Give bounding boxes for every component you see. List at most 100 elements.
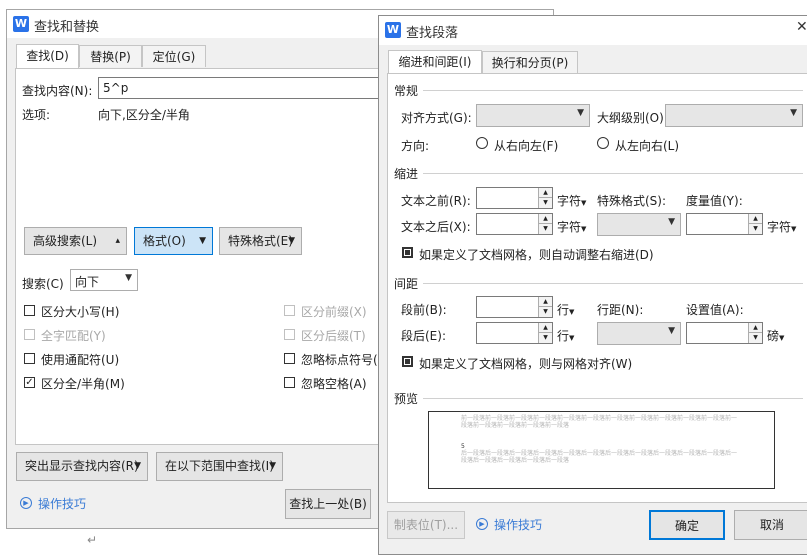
full-half-width-label: 区分全/半角(M) (41, 377, 125, 391)
ignore-punctuation-label: 忽略标点符号( (301, 353, 378, 367)
before-paragraph-label: 段前(B): (401, 303, 447, 317)
spin-up-icon[interactable]: ▲ (538, 323, 552, 333)
spin-down-icon[interactable]: ▼ (538, 224, 552, 234)
spin-down-icon[interactable]: ▼ (538, 307, 552, 317)
find-paragraph-dialog: W 查找段落 缩进和间距(I) 换行和分页(P) 常规 对齐方式(G): ▼ 大… (378, 15, 807, 555)
ignore-space-checkbox[interactable] (284, 377, 295, 388)
tab-stops-button[interactable]: 制表位(T)... (387, 511, 465, 539)
dropdown-arrow-icon: ▼ (288, 236, 295, 246)
spin-up-icon[interactable]: ▲ (538, 188, 552, 198)
set-value-spinner[interactable]: ▲ ▼ (686, 322, 763, 344)
measure-value-label: 度量值(Y): (686, 194, 743, 208)
options-value: 向下,区分全/半角 (98, 108, 190, 122)
match-prefix-checkbox[interactable] (284, 305, 295, 316)
match-suffix-checkbox[interactable] (284, 329, 295, 340)
close-icon[interactable]: ✕ (796, 19, 807, 35)
tips-icon[interactable]: ▶ (476, 518, 488, 530)
tips-link[interactable]: 操作技巧 (38, 495, 86, 512)
dropdown-arrow-icon: ▼ (668, 217, 675, 227)
full-half-width-checkbox[interactable]: ✓ (24, 377, 35, 388)
after-text-label: 文本之后(X): (401, 220, 471, 234)
spin-up-icon[interactable]: ▲ (748, 214, 762, 224)
spin-down-icon[interactable]: ▼ (538, 198, 552, 208)
highlight-results-button[interactable]: 突出显示查找内容(R) ▼ (16, 452, 148, 481)
alignment-select[interactable]: ▼ (476, 104, 590, 127)
line-spacing-label: 行距(N): (597, 303, 644, 317)
match-prefix-label: 区分前缀(X) (301, 305, 367, 319)
grid-align-label: 如果定义了文档网格，则与网格对齐(W) (419, 357, 633, 371)
general-section-title: 常规 (394, 84, 419, 98)
find-dialog-title: 查找和替换 (34, 20, 100, 35)
wps-logo-icon: W (13, 16, 29, 32)
auto-indent-checkbox[interactable] (402, 247, 413, 258)
find-in-range-button[interactable]: 在以下范围中查找(I) ▼ (156, 452, 283, 481)
spin-down-icon[interactable]: ▼ (748, 224, 762, 234)
spin-down-icon[interactable]: ▼ (538, 333, 552, 343)
options-label: 选项: (22, 108, 51, 122)
before-text-spinner[interactable]: ▲ ▼ (476, 187, 553, 209)
dropdown-arrow-icon: ▼ (199, 236, 206, 246)
dropdown-arrow-icon: ▼ (134, 461, 141, 471)
special-format-select[interactable]: ▼ (597, 213, 681, 236)
outline-level-select[interactable]: ▼ (665, 104, 803, 127)
after-paragraph-spinner[interactable]: ▲ ▼ (476, 322, 553, 344)
wildcards-checkbox[interactable] (24, 353, 35, 364)
measure-value-spinner[interactable]: ▲ ▼ (686, 213, 763, 235)
alignment-label: 对齐方式(G): (401, 111, 472, 125)
spin-up-icon[interactable]: ▲ (748, 323, 762, 333)
after-text-unit[interactable]: 字符▼ (557, 218, 586, 235)
ltr-radio[interactable] (597, 137, 609, 149)
tab-find[interactable]: 查找(D) (16, 44, 79, 68)
dropdown-arrow-icon: ▼ (668, 326, 675, 336)
measure-value-unit[interactable]: 字符▼ (767, 218, 796, 235)
spin-up-icon[interactable]: ▲ (538, 214, 552, 224)
before-text-unit[interactable]: 字符▼ (557, 192, 586, 209)
after-paragraph-unit[interactable]: 行▼ (557, 327, 574, 344)
match-case-checkbox[interactable] (24, 305, 35, 316)
after-paragraph-label: 段后(E): (401, 329, 446, 343)
ignore-punctuation-checkbox[interactable] (284, 353, 295, 364)
ignore-space-label: 忽略空格(A) (301, 377, 367, 391)
line-spacing-select[interactable]: ▼ (597, 322, 681, 345)
special-format-button[interactable]: 特殊格式(E) ▼ (219, 227, 302, 255)
before-paragraph-spinner[interactable]: ▲ ▼ (476, 296, 553, 318)
set-value-unit[interactable]: 磅▼ (767, 327, 784, 344)
wps-logo-icon: W (385, 22, 401, 38)
tab-replace[interactable]: 替换(P) (79, 45, 142, 67)
preview-sample-text: 5 (461, 443, 465, 450)
spin-down-icon[interactable]: ▼ (748, 333, 762, 343)
tab-indent-spacing[interactable]: 缩进和间距(I) (388, 50, 482, 74)
whole-word-label: 全字匹配(Y) (41, 329, 106, 343)
tips-icon[interactable]: ▶ (20, 497, 32, 509)
preview-after-text: 后一段落后一段落后一段落后一段落后一段落后一段落后一段落后一段落后一段落后一段落… (461, 450, 738, 464)
tab-goto[interactable]: 定位(G) (142, 45, 206, 67)
tips-link[interactable]: 操作技巧 (494, 516, 542, 533)
preview-box: 前一段落前一段落前一段落前一段落前一段落前一段落前一段落前一段落前一段落前一段落… (428, 411, 775, 489)
para-dialog-titlebar[interactable]: W 查找段落 (379, 16, 807, 45)
find-previous-button[interactable]: 查找上一处(B) (285, 489, 371, 519)
spin-up-icon[interactable]: ▲ (538, 297, 552, 307)
indent-section-title: 缩进 (394, 167, 419, 181)
set-value-label: 设置值(A): (686, 303, 744, 317)
grid-align-checkbox[interactable] (402, 356, 413, 367)
outline-level-label: 大纲级别(O): (597, 111, 668, 125)
preview-section-title: 预览 (394, 392, 419, 406)
dropdown-arrow-icon: ▼ (577, 108, 584, 118)
special-format-label: 特殊格式(S): (597, 194, 667, 208)
after-text-spinner[interactable]: ▲ ▼ (476, 213, 553, 235)
match-case-label: 区分大小写(H) (41, 305, 120, 319)
whole-word-checkbox[interactable] (24, 329, 35, 340)
rtl-radio[interactable] (476, 137, 488, 149)
para-dialog-title: 查找段落 (406, 26, 459, 41)
before-paragraph-unit[interactable]: 行▼ (557, 301, 574, 318)
search-direction-select[interactable]: 向下 ▼ (70, 269, 138, 291)
spacing-section-title: 间距 (394, 277, 419, 291)
ok-button[interactable]: 确定 (649, 510, 725, 540)
format-button[interactable]: 格式(O) ▼ (134, 227, 213, 255)
advanced-search-button[interactable]: 高级搜索(L) ▴ (24, 227, 127, 255)
match-suffix-label: 区分后缀(T) (301, 329, 366, 343)
before-text-label: 文本之前(R): (401, 194, 471, 208)
cancel-button[interactable]: 取消 (734, 510, 807, 540)
tab-line-page-breaks[interactable]: 换行和分页(P) (482, 51, 578, 73)
dropdown-arrow-icon: ▼ (269, 461, 276, 471)
